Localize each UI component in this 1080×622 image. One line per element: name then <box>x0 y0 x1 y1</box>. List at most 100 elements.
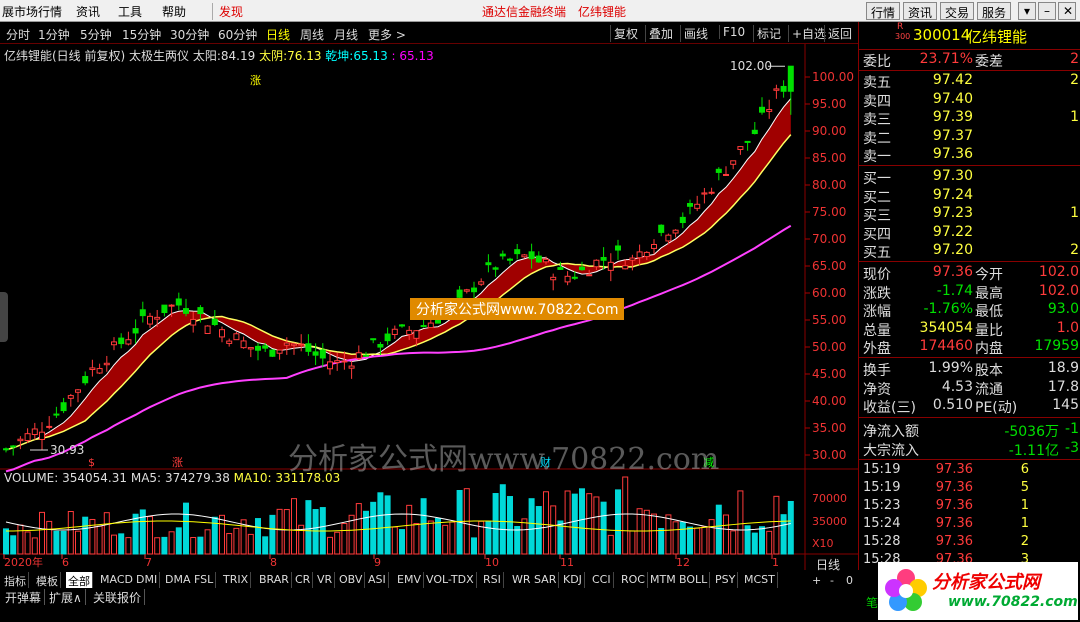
related-quote-button[interactable]: 关联报价 <box>90 589 146 605</box>
period-30min[interactable]: 30分钟 <box>170 26 209 43</box>
ctl-trade-button[interactable]: 交易 <box>940 2 975 20</box>
tool-add-favorite[interactable]: +自选 <box>788 25 829 42</box>
period-week[interactable]: 周线 <box>300 26 324 43</box>
minimize-icon[interactable]: – <box>1038 2 1056 20</box>
indicator-tab-mtm[interactable]: MTM <box>648 572 679 588</box>
period-1min[interactable]: 1分钟 <box>38 26 70 43</box>
menu-news[interactable]: 资讯 <box>76 3 100 20</box>
period-tick[interactable]: 分时 <box>6 26 30 43</box>
tool-f10[interactable]: F10 <box>719 25 748 39</box>
indicator-tab-模板[interactable]: 模板 <box>34 572 61 588</box>
indicator-tab-kdj[interactable]: KDJ <box>561 572 585 588</box>
logo-text: 分析家公式网 <box>932 572 1040 593</box>
volume-bar <box>420 498 427 555</box>
indicator-tab-rsi[interactable]: RSI <box>481 572 504 588</box>
indicator-tab-psy[interactable]: PSY <box>713 572 739 588</box>
indicator-tab-boll[interactable]: BOLL <box>677 572 711 588</box>
volume-bar <box>334 531 341 555</box>
indicator-tab-vol-tdx[interactable]: VOL-TDX <box>424 572 477 588</box>
indicator-tab-obv[interactable]: OBV <box>337 572 366 588</box>
indicator-tab-emv[interactable]: EMV <box>395 572 424 588</box>
indicator-tab-roc[interactable]: ROC <box>619 572 648 588</box>
tick-row: 15:28 97.36 2 <box>859 534 1080 552</box>
price-tick-label: 100.00 <box>812 70 854 84</box>
collapse-handle[interactable] <box>0 292 8 342</box>
period-more[interactable]: 更多 > <box>368 26 406 43</box>
indicator-tab-sar[interactable]: SAR <box>532 572 560 588</box>
volume-bar <box>694 527 701 555</box>
candle-body <box>391 328 398 335</box>
volume-bar <box>622 476 629 555</box>
candle-body <box>17 438 24 442</box>
flower-icon <box>885 569 927 611</box>
menu-help[interactable]: 帮助 <box>162 3 186 20</box>
volume-bar <box>679 521 686 555</box>
reset-button[interactable]: 0 <box>846 574 853 587</box>
indicator-tab-vr[interactable]: VR <box>315 572 336 588</box>
tool-fuquan[interactable]: 复权 <box>610 25 641 42</box>
candle-body <box>269 349 276 357</box>
indicator-tab-fsl[interactable]: FSL <box>192 572 217 588</box>
menu-market[interactable]: 展市场行情 <box>2 3 62 20</box>
flow-value-2: -3 <box>1065 439 1079 456</box>
ctl-service-button[interactable]: 服务 <box>977 2 1012 20</box>
candle-body <box>499 253 506 257</box>
period-month[interactable]: 月线 <box>334 26 358 43</box>
expand-button[interactable]: 扩展∧ <box>46 589 86 605</box>
indicator-tab-mcst[interactable]: MCST <box>742 572 778 588</box>
volume-bar <box>615 489 621 555</box>
volume-bar <box>449 521 456 555</box>
indicator-tab-brar[interactable]: BRAR <box>257 572 292 588</box>
zoom-out-button[interactable]: - <box>830 574 834 587</box>
ask-label: 卖二 <box>863 130 891 147</box>
period-5min[interactable]: 5分钟 <box>80 26 112 43</box>
tool-overlay[interactable]: 叠加 <box>645 25 676 42</box>
menu-tools[interactable]: 工具 <box>118 3 142 20</box>
ctl-quote-button[interactable]: 行情 <box>866 2 901 20</box>
price-tick-label: 85.00 <box>812 151 846 165</box>
ask-price: 97.42 <box>932 72 973 88</box>
quote-row: 外盘 174460 内盘 17959 <box>859 338 1080 358</box>
indicator-tab-macd[interactable]: MACD <box>98 572 136 588</box>
zoom-in-button[interactable]: + <box>812 574 821 587</box>
candle-body <box>485 262 492 266</box>
indicator-tab-cci[interactable]: CCI <box>590 572 614 588</box>
candle-body <box>665 234 672 242</box>
kline-chart[interactable]: 亿纬锂能(日线 前复权) 太极生两仪 太阳:84.19 太阴:76.13 乾坤:… <box>0 44 858 570</box>
menu-discover[interactable]: 发现 <box>212 3 243 20</box>
tick-price: 97.36 <box>935 480 973 495</box>
indicator-tab-dma[interactable]: DMA <box>163 572 194 588</box>
tool-draw[interactable]: 画线 <box>680 25 711 42</box>
candle-body <box>82 376 89 384</box>
dropdown-icon[interactable]: ▾ <box>1018 2 1036 20</box>
indicator-tab-asi[interactable]: ASI <box>366 572 389 588</box>
tool-back[interactable]: 返回 <box>824 25 855 42</box>
ask-row: 卖二 97.37 <box>859 128 1080 147</box>
ask-row: 卖一 97.36 <box>859 146 1080 165</box>
quote-value-2: 1.0 <box>1056 319 1079 336</box>
indicator-tab-dmi[interactable]: DMI <box>134 572 161 588</box>
candle-body <box>89 367 96 371</box>
indicator-tab-trix[interactable]: TRIX <box>221 572 252 588</box>
indicator-tab-指标[interactable]: 指标 <box>2 572 29 588</box>
indicator-tab-wr[interactable]: WR <box>510 572 534 588</box>
candle-body <box>226 340 233 344</box>
period-60min[interactable]: 60分钟 <box>218 26 257 43</box>
candle-body <box>370 338 377 341</box>
period-15min[interactable]: 15分钟 <box>122 26 161 43</box>
candle-body <box>96 368 103 374</box>
danmu-button[interactable]: 开弹幕 <box>2 589 46 605</box>
candle-body <box>305 343 312 352</box>
indicator-tab-cr[interactable]: CR <box>293 572 314 588</box>
ctl-info-button[interactable]: 资讯 <box>903 2 938 20</box>
volume-bar <box>96 525 103 555</box>
volume-bar <box>305 500 312 555</box>
tool-mark[interactable]: 标记 <box>753 25 784 42</box>
candle-body <box>190 318 197 326</box>
period-day[interactable]: 日线 <box>266 26 290 43</box>
volume-bar <box>291 498 297 555</box>
quote-label: 外盘 <box>863 341 891 358</box>
close-icon[interactable]: ✕ <box>1058 2 1076 20</box>
r-badge-num: 300 <box>895 32 911 41</box>
indicator-tab-全部[interactable]: 全部 <box>66 572 93 588</box>
